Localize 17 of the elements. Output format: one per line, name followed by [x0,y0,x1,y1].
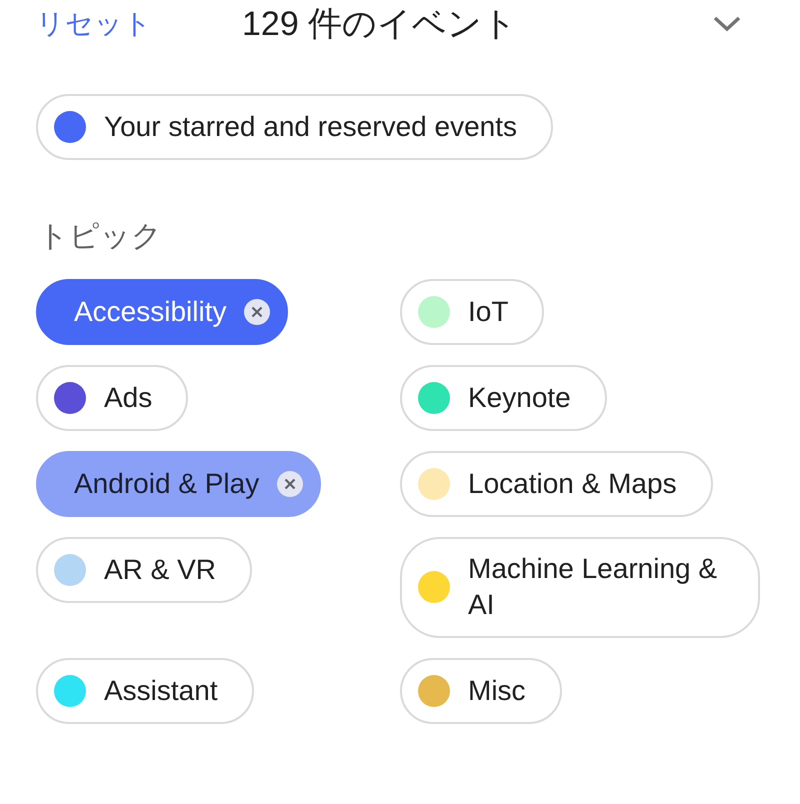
topic-chip[interactable]: Keynote [400,365,607,431]
chevron-icon[interactable] [712,15,742,33]
topic-chip[interactable]: Ads [36,365,188,431]
topic-chip[interactable]: Accessibility [36,279,288,345]
topic-chip[interactable]: Android & Play [36,451,322,517]
topic-chip[interactable]: Machine Learning & AI [400,537,760,638]
starred-filter-chip[interactable]: Your starred and reserved events [36,94,553,160]
topic-chip[interactable]: Misc [400,658,562,724]
reset-link[interactable]: リセット [36,5,242,43]
topic-chip[interactable]: IoT [400,279,544,345]
topics-heading: トピック [38,219,163,255]
topic-chip[interactable]: Location & Maps [400,451,713,517]
remove-icon[interactable] [244,299,270,325]
remove-icon[interactable] [277,471,304,497]
event-count: 129 件のイベント [242,4,518,45]
topic-chip[interactable]: Assistant [36,658,254,724]
topic-chip[interactable]: AR & VR [36,537,252,603]
